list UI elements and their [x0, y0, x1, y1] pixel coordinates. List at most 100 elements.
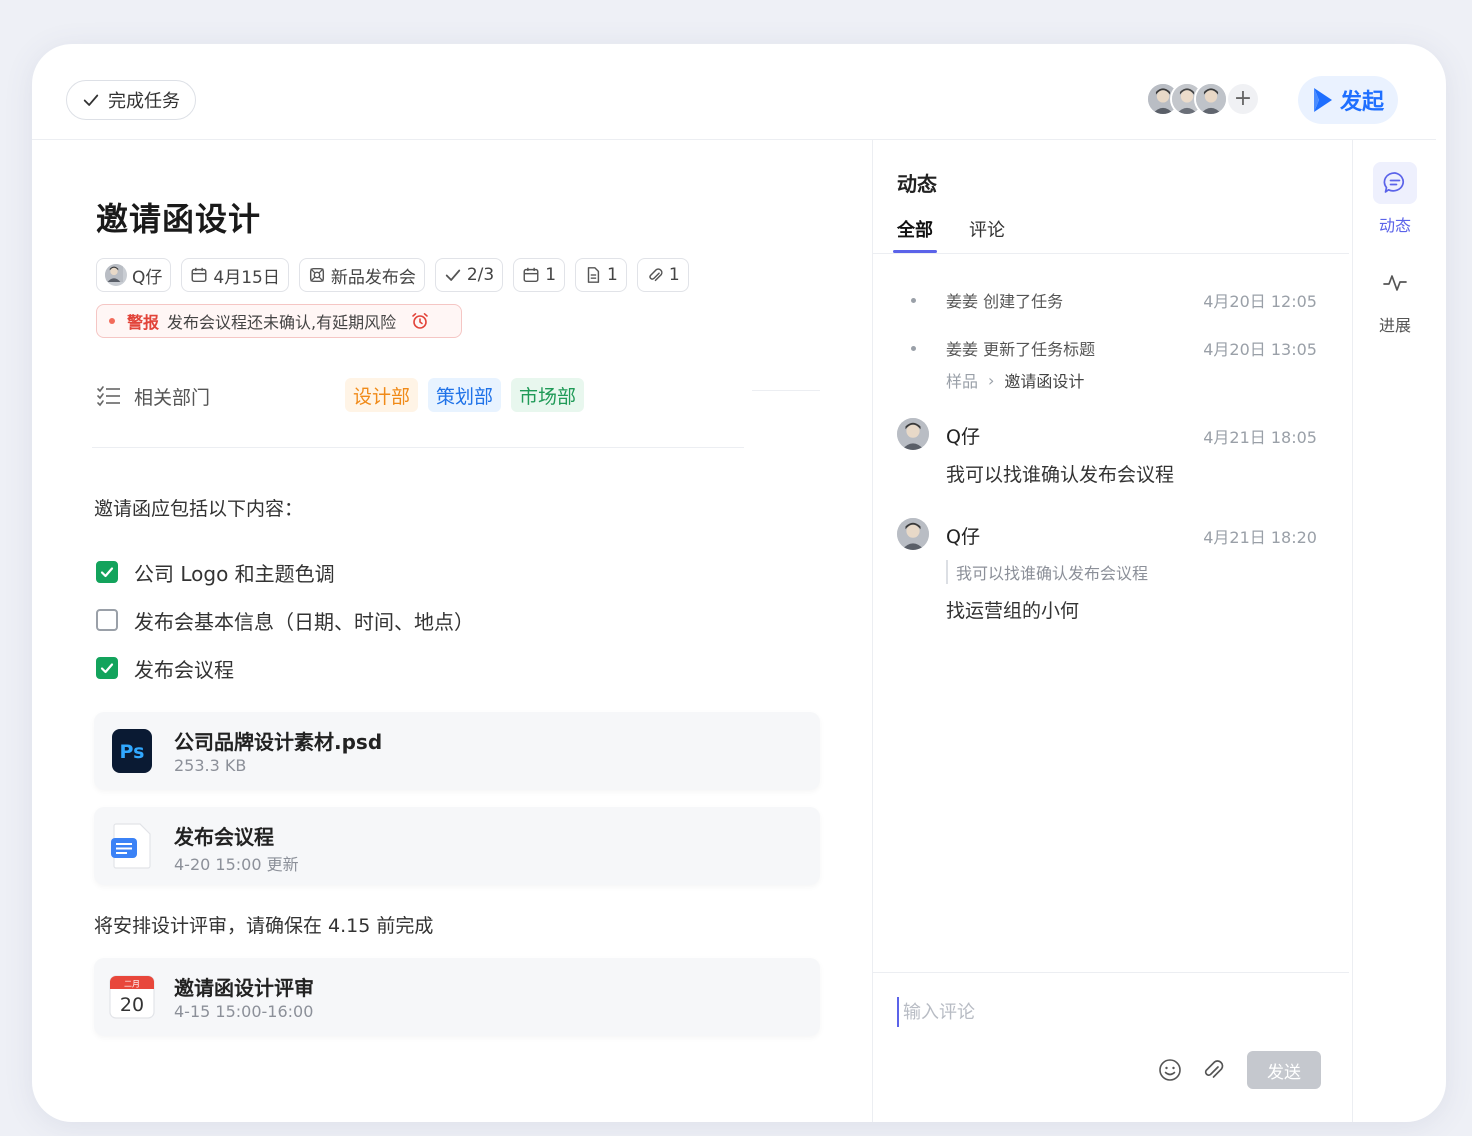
checklist-item[interactable]: 公司 Logo 和主题色调: [96, 548, 474, 596]
send-button[interactable]: 发送: [1247, 1051, 1321, 1089]
tab-all[interactable]: 全部: [897, 216, 933, 242]
calendar-day: 20: [120, 994, 144, 1016]
chevron-right-icon: ›: [988, 370, 995, 390]
comment-body: 我可以找谁确认发布会议程: [946, 464, 1175, 486]
review-note[interactable]: 将安排设计评审，请确保在 4.15 前完成: [94, 911, 433, 938]
calendar-count-chip[interactable]: 1: [513, 258, 566, 292]
assignee-name: Q仔: [132, 267, 163, 288]
description-intro[interactable]: 邀请函应包括以下内容：: [94, 494, 303, 521]
comment-icon: [1383, 172, 1405, 193]
department-tag[interactable]: 市场部: [511, 378, 585, 412]
doc-attachment-card[interactable]: 发布会议程 4-20 15:00 更新: [94, 807, 820, 885]
department-field: 相关部门 设计部 策划部 市场部: [96, 378, 820, 414]
file-size: 253.3 KB: [174, 756, 247, 775]
log-text: 姜姜 更新了任务标题: [946, 340, 1096, 359]
complete-task-button[interactable]: 完成任务: [66, 80, 196, 120]
checkbox-checked[interactable]: [96, 561, 118, 583]
rail-icon-wrap: [1373, 262, 1417, 304]
department-tag[interactable]: 策划部: [428, 378, 502, 412]
due-date-chip[interactable]: 4月15日: [181, 258, 289, 292]
alert-dot: [109, 318, 115, 324]
activity-panel: 动态 全部 评论 姜姜 创建了任务 4月20日 12:05 姜姜 更新了任务标题…: [872, 140, 1352, 1122]
attachment-count-chip[interactable]: 1: [636, 258, 689, 292]
risk-alert[interactable]: 警报 发布会议程还未确认,有延期风险: [96, 304, 462, 338]
doc-count-chip[interactable]: 1: [575, 258, 627, 292]
old-title: 样品: [946, 372, 979, 391]
active-tab-indicator: [893, 250, 937, 253]
divider: [752, 390, 820, 391]
calendar-count: 1: [545, 265, 557, 285]
calendar-month: 二月: [124, 980, 140, 989]
comment-time: 4月21日 18:05: [1203, 428, 1317, 447]
list-icon: [97, 386, 120, 407]
launch-label: 发起: [1339, 90, 1384, 115]
check-icon: [445, 269, 461, 281]
subtasks-progress: 2/3: [466, 265, 495, 285]
comment-time: 4月21日 18:20: [1203, 528, 1317, 547]
event-name: 邀请函设计评审: [174, 976, 314, 1000]
alert-tag: 警报: [127, 313, 160, 332]
activity-pulse-icon: [1383, 275, 1407, 291]
checklist-item[interactable]: 发布会基本信息（日期、时间、地点）: [96, 596, 474, 644]
send-arrow-icon: [1313, 88, 1332, 112]
file-attachment-card[interactable]: Ps 公司品牌设计素材.psd 253.3 KB: [94, 712, 820, 790]
emoji-icon[interactable]: [1157, 1057, 1183, 1083]
comment-body: 找运营组的小何: [946, 600, 1080, 622]
add-member-button[interactable]: +: [1228, 84, 1258, 114]
event-time: 4-15 15:00-16:00: [174, 1002, 314, 1021]
file-name: 公司品牌设计素材.psd: [174, 730, 383, 754]
avatar: [897, 518, 929, 550]
avatar: [897, 418, 929, 450]
rail-label: 进展: [1378, 316, 1411, 335]
department-tag[interactable]: 设计部: [345, 378, 419, 412]
activity-title: 动态: [897, 172, 937, 196]
checklist: 公司 Logo 和主题色调 发布会基本信息（日期、时间、地点） 发布会议程: [96, 548, 474, 692]
paperclip-icon[interactable]: [1200, 1057, 1226, 1083]
paperclip-icon: [649, 268, 663, 282]
due-date-text: 4月15日: [213, 267, 280, 288]
activity-tabs: 全部 评论: [873, 210, 1349, 254]
document-icon: [587, 267, 600, 283]
new-title: 邀请函设计: [1004, 372, 1085, 391]
rail-label: 动态: [1378, 216, 1411, 235]
doc-count: 1: [607, 265, 618, 285]
check-icon: [100, 567, 114, 578]
divider: [92, 447, 744, 448]
doc-updated: 4-20 15:00 更新: [174, 855, 299, 874]
alarm-clock-icon: [412, 313, 428, 329]
project-chip[interactable]: 新品发布会: [298, 258, 425, 292]
rail-icon-wrap: [1373, 162, 1417, 204]
task-meta-row: Q仔 4月15日 新品发布会 2/3 1 1 1: [96, 258, 689, 292]
checklist-item-text: 发布会议程: [134, 657, 234, 682]
log-bullet: [911, 298, 916, 303]
title-change-path: 样品 › 邀请函设计: [946, 368, 1084, 392]
checkbox-unchecked[interactable]: [96, 609, 118, 631]
check-icon: [83, 94, 99, 106]
checklist-item-text: 发布会基本信息（日期、时间、地点）: [134, 609, 474, 634]
checkbox-checked[interactable]: [96, 657, 118, 679]
assignee-chip[interactable]: Q仔: [96, 258, 172, 292]
task-title[interactable]: 邀请函设计: [96, 194, 261, 240]
member-avatars[interactable]: [1146, 82, 1228, 116]
check-icon: [100, 663, 114, 674]
photoshop-file-icon: Ps: [112, 729, 152, 773]
calendar-icon: [191, 267, 207, 283]
comment-input[interactable]: [897, 997, 1317, 1027]
department-tags[interactable]: 设计部 策划部 市场部: [345, 378, 585, 412]
calendar-event-card[interactable]: 二月 20 邀请函设计评审 4-15 15:00-16:00: [94, 958, 820, 1036]
department-label: 相关部门: [96, 378, 210, 414]
launch-button[interactable]: 发起: [1298, 76, 1398, 124]
log-bullet: [911, 346, 916, 351]
rail-item-activity[interactable]: 动态: [1353, 162, 1437, 236]
alert-message: 发布会议程还未确认,有延期风险: [167, 313, 397, 332]
comment-composer: 发送: [873, 972, 1349, 1122]
top-bar: 完成任务 + 发起: [32, 44, 1436, 140]
quoted-reply: 我可以找谁确认发布会议程: [946, 560, 1148, 584]
log-time: 4月20日 12:05: [1203, 292, 1317, 311]
avatar[interactable]: [1194, 82, 1228, 116]
subtasks-chip[interactable]: 2/3: [434, 258, 504, 292]
tab-comments[interactable]: 评论: [969, 216, 1005, 242]
rail-item-progress[interactable]: 进展: [1353, 262, 1437, 336]
checklist-item[interactable]: 发布会议程: [96, 644, 474, 692]
complete-task-label: 完成任务: [108, 91, 180, 112]
